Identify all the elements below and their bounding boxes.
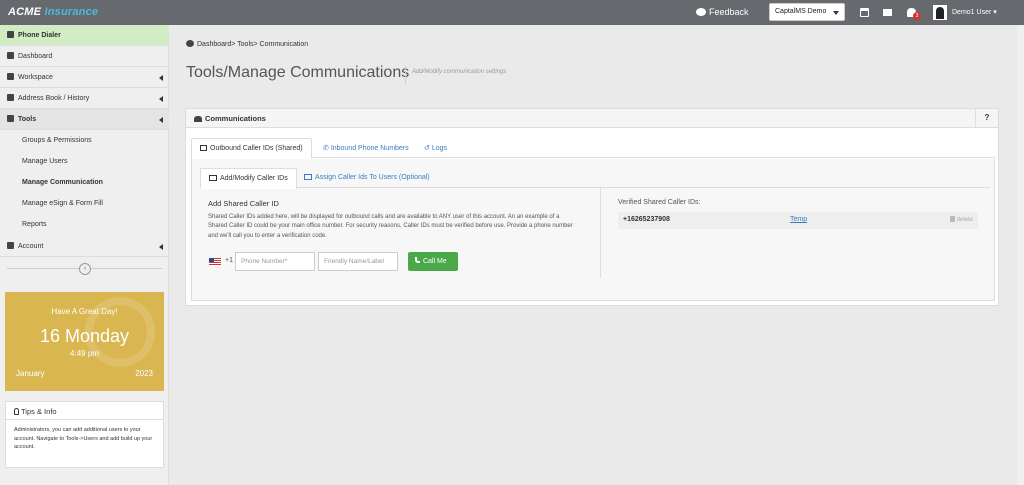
month-text: January	[16, 369, 45, 378]
dashboard-icon	[7, 52, 14, 59]
tab-assign-caller-ids[interactable]: Assign Caller Ids To Users (Optional)	[296, 168, 438, 189]
time-text: 4:49 pm	[70, 349, 99, 358]
sidebar-item-address-book[interactable]: Address Book / History	[0, 88, 169, 109]
mail-icon[interactable]	[883, 9, 892, 16]
chevron-left-icon	[159, 244, 163, 250]
tips-body: Administrators, you can add additional u…	[14, 427, 153, 451]
feedback-link[interactable]: Feedback	[696, 7, 749, 17]
chevron-down-icon	[833, 11, 839, 15]
wrench-icon	[7, 115, 14, 122]
lightbulb-icon	[14, 408, 19, 415]
page-scrollbar[interactable]	[1017, 25, 1024, 485]
tab-outbound-caller-ids[interactable]: Outbound Caller IDs (Shared)	[191, 138, 312, 159]
tips-header: Tips & Info	[6, 402, 163, 420]
caller-id-name-link[interactable]: Temp	[790, 216, 807, 223]
greeting-text: Have A Great Day!	[51, 307, 118, 316]
column-divider	[600, 188, 601, 278]
sidebar-subitem-groups[interactable]: Groups & Permissions	[0, 131, 169, 152]
tab-content: Add/Modify Caller IDs Assign Caller Ids …	[191, 159, 995, 301]
main-tabs: Outbound Caller IDs (Shared) ✆ Inbound P…	[191, 138, 995, 159]
call-me-button[interactable]: Call Me	[408, 252, 458, 271]
panel-header: Communications	[186, 109, 998, 128]
verified-caller-ids-label: Verified Shared Caller IDs:	[618, 199, 701, 206]
communications-panel: Communications ? Outbound Caller IDs (Sh…	[185, 108, 999, 306]
caller-id-number: +16265237908	[623, 216, 670, 223]
sidebar-subitem-communication[interactable]: Manage Communication	[0, 173, 169, 194]
sidebar: Phone Dialer Dashboard Workspace Address…	[0, 25, 169, 485]
collapse-sidebar-button[interactable]: ‹	[79, 263, 91, 275]
trash-icon	[949, 216, 955, 222]
top-bar: ACME Insurance Feedback CaptalMS Demo 3 …	[0, 0, 1024, 25]
sidebar-item-phone-dialer[interactable]: Phone Dialer	[0, 25, 169, 46]
tab-add-modify-caller-ids[interactable]: Add/Modify Caller IDs	[200, 168, 297, 189]
breadcrumb-tools[interactable]: Tools	[237, 41, 253, 48]
company-select[interactable]: CaptalMS Demo	[769, 3, 845, 21]
dashboard-icon	[186, 40, 194, 47]
sidebar-subitem-esign[interactable]: Manage eSign & Form Fill	[0, 194, 169, 215]
app-logo[interactable]: ACME Insurance	[8, 6, 98, 18]
phone-icon	[415, 257, 420, 263]
day-text: 16 Monday	[39, 326, 130, 346]
chevron-left-icon	[159, 96, 163, 102]
friendly-name-input[interactable]: Friendly Name/Label	[318, 252, 398, 271]
calendar-icon[interactable]	[860, 8, 869, 17]
sidebar-item-dashboard[interactable]: Dashboard	[0, 46, 169, 67]
sidebar-subitem-reports[interactable]: Reports	[0, 215, 169, 236]
add-caller-id-title: Add Shared Caller ID	[208, 199, 279, 208]
page-title: Tools/Manage Communications	[186, 64, 410, 81]
workspace-icon	[7, 73, 14, 80]
sidebar-item-workspace[interactable]: Workspace	[0, 67, 169, 88]
users-icon	[194, 116, 202, 122]
id-card-icon	[304, 174, 312, 180]
breadcrumb-current: Communication	[259, 41, 309, 48]
page-subtitle: Add/Modify communication settings	[405, 66, 506, 84]
phone-icon: ✆	[323, 145, 331, 152]
chat-icon	[696, 8, 706, 16]
notification-badge: 3	[913, 12, 921, 20]
us-flag-icon[interactable]	[209, 258, 221, 266]
breadcrumb: Dashboard> Tools> Communication	[186, 40, 308, 48]
sidebar-item-tools[interactable]: Tools	[0, 109, 169, 130]
chevron-left-icon	[159, 117, 163, 123]
tab-inbound-numbers[interactable]: ✆ Inbound Phone Numbers	[315, 138, 417, 159]
history-icon: ↺	[424, 145, 432, 152]
year-text: 2023	[135, 369, 153, 378]
breadcrumb-dashboard[interactable]: Dashboard	[197, 41, 231, 48]
delete-button[interactable]: delete	[949, 216, 973, 223]
tips-panel: Tips & Info Administrators, you can add …	[5, 401, 164, 468]
sidebar-item-account[interactable]: Account	[0, 236, 169, 257]
table-row: +16265237908 Temp delete	[618, 212, 978, 229]
user-menu[interactable]: Demo1 User ▾	[952, 8, 997, 16]
add-caller-id-description: Shared Caller IDs added here, will be di…	[208, 214, 573, 239]
sidebar-subitem-users[interactable]: Manage Users	[0, 152, 169, 173]
gear-icon	[7, 242, 14, 249]
chevron-left-icon	[159, 75, 163, 81]
help-button[interactable]: ?	[975, 109, 998, 128]
avatar[interactable]	[933, 5, 947, 20]
phone-number-input[interactable]: Phone Number*	[235, 252, 315, 271]
sub-tabs: Add/Modify Caller IDs Assign Caller Ids …	[200, 168, 990, 189]
id-card-icon	[200, 145, 207, 151]
date-widget: Have A Great Day! 16 Monday 4:49 pm Janu…	[5, 292, 164, 391]
country-code: +1	[225, 257, 233, 264]
book-icon	[7, 94, 14, 101]
phone-icon	[7, 31, 14, 38]
tab-logs[interactable]: ↺ Logs	[416, 138, 455, 159]
id-card-icon	[209, 175, 217, 181]
